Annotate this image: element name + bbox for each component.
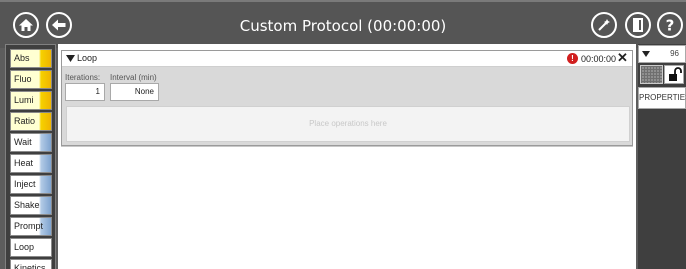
interval-label: Interval (min) [110,73,157,82]
plate-type-value: 96 [670,49,679,58]
collapse-triangle-icon[interactable] [66,54,75,63]
palette-item-wait[interactable]: Wait [10,133,52,152]
loop-duration: 00:00:00 [581,54,617,64]
palette-item-kinetics[interactable]: Kinetics [10,259,52,269]
wand-icon[interactable] [591,12,617,38]
unlock-icon[interactable] [664,65,684,84]
window-title: Custom Protocol (00:00:00) [239,17,447,35]
exit-door-icon[interactable] [625,12,651,38]
loop-step[interactable]: Loop ! 00:00:00 ✕ Iterations: Interval (… [61,50,633,146]
palette-item-abs[interactable]: Abs [10,49,52,68]
close-icon[interactable]: ✕ [617,51,628,65]
properties-button[interactable]: PROPERTIES [638,87,686,109]
palette-item-inject[interactable]: Inject [10,175,52,194]
interval-field[interactable]: None [110,83,159,101]
operations-palette: Abs Fluo Lumi Ratio Wait Heat Inject Sha… [5,44,56,269]
iterations-field[interactable]: 1 [65,83,105,101]
right-panel: 96 PROPERTIES [638,44,686,269]
plate-grid-icon[interactable] [640,65,663,84]
palette-item-ratio[interactable]: Ratio [10,112,52,131]
warning-icon: ! [567,53,578,64]
palette-item-shake[interactable]: Shake [10,196,52,215]
iterations-label: Iterations: [65,73,101,82]
operations-drop-zone[interactable]: Place operations here [66,106,630,142]
plate-type-select[interactable]: 96 [638,45,686,63]
palette-item-loop[interactable]: Loop [10,238,52,257]
help-icon[interactable]: ? [657,12,683,38]
palette-item-lumi[interactable]: Lumi [10,91,52,110]
title-bar: Custom Protocol (00:00:00) ? [0,0,686,48]
chevron-down-icon [642,51,650,57]
palette-item-fluo[interactable]: Fluo [10,70,52,89]
loop-header[interactable]: Loop ! 00:00:00 ✕ [62,51,632,67]
palette-item-heat[interactable]: Heat [10,154,52,173]
svg-text:?: ? [666,17,675,33]
palette-item-prompt[interactable]: Prompt [10,217,52,236]
loop-title: Loop [77,53,98,63]
